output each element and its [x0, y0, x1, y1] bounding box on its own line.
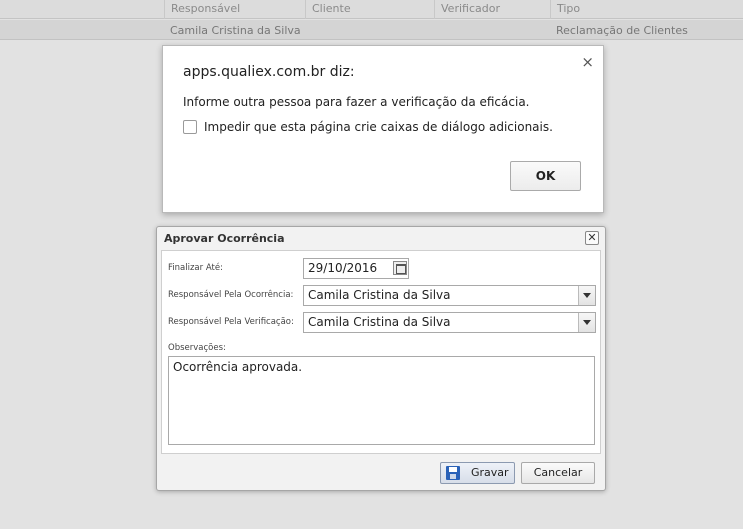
cell-tipo: Reclamação de Clientes	[556, 24, 688, 37]
save-icon	[446, 466, 460, 480]
alert-message: Informe outra pessoa para fazer a verifi…	[183, 95, 530, 109]
column-header-verificador[interactable]: Verificador	[434, 0, 550, 19]
finalizar-date-value: 29/10/2016	[308, 261, 378, 275]
column-header-responsavel[interactable]: Responsável	[164, 0, 305, 19]
approve-occurrence-dialog: Aprovar Ocorrência ✕ Finalizar Até: 29/1…	[156, 226, 606, 491]
ok-button[interactable]: OK	[510, 161, 581, 191]
cell-responsavel: Camila Cristina da Silva	[170, 24, 301, 37]
chevron-down-icon[interactable]	[578, 313, 595, 332]
suppress-dialogs-option[interactable]: Impedir que esta página crie caixas de d…	[183, 120, 553, 134]
dialog-title: Aprovar Ocorrência	[164, 232, 285, 245]
gravar-label: Gravar	[471, 466, 509, 479]
suppress-dialogs-checkbox[interactable]	[183, 120, 197, 134]
close-icon[interactable]: ×	[581, 53, 594, 71]
cancelar-button[interactable]: Cancelar	[521, 462, 595, 484]
table-header: Responsável Cliente Verificador Tipo	[0, 0, 743, 19]
finalizar-date-field[interactable]: 29/10/2016	[303, 258, 409, 279]
calendar-icon[interactable]	[393, 261, 407, 275]
resp-verificacao-label: Responsável Pela Verificação:	[168, 317, 294, 327]
close-icon[interactable]: ✕	[585, 231, 599, 245]
alert-title: apps.qualiex.com.br diz:	[183, 64, 355, 80]
observacoes-textarea[interactable]: Ocorrência aprovada.	[168, 356, 595, 445]
finalizar-label: Finalizar Até:	[168, 263, 223, 273]
gravar-button[interactable]: Gravar	[440, 462, 515, 484]
chevron-down-icon[interactable]	[578, 286, 595, 305]
dialog-body: Finalizar Até: 29/10/2016 Responsável Pe…	[161, 250, 601, 454]
resp-verificacao-value: Camila Cristina da Silva	[308, 315, 451, 329]
column-header-tipo[interactable]: Tipo	[550, 0, 743, 19]
browser-alert-dialog: × apps.qualiex.com.br diz: Informe outra…	[162, 45, 604, 213]
resp-ocorrencia-select[interactable]: Camila Cristina da Silva	[303, 285, 596, 306]
column-header-cliente[interactable]: Cliente	[305, 0, 434, 19]
observacoes-label: Observações:	[168, 343, 226, 353]
resp-ocorrencia-value: Camila Cristina da Silva	[308, 288, 451, 302]
table-row[interactable]: Camila Cristina da Silva Reclamação de C…	[0, 20, 743, 40]
resp-verificacao-select[interactable]: Camila Cristina da Silva	[303, 312, 596, 333]
resp-ocorrencia-label: Responsável Pela Ocorrência:	[168, 290, 294, 300]
suppress-dialogs-label[interactable]: Impedir que esta página crie caixas de d…	[204, 120, 553, 134]
